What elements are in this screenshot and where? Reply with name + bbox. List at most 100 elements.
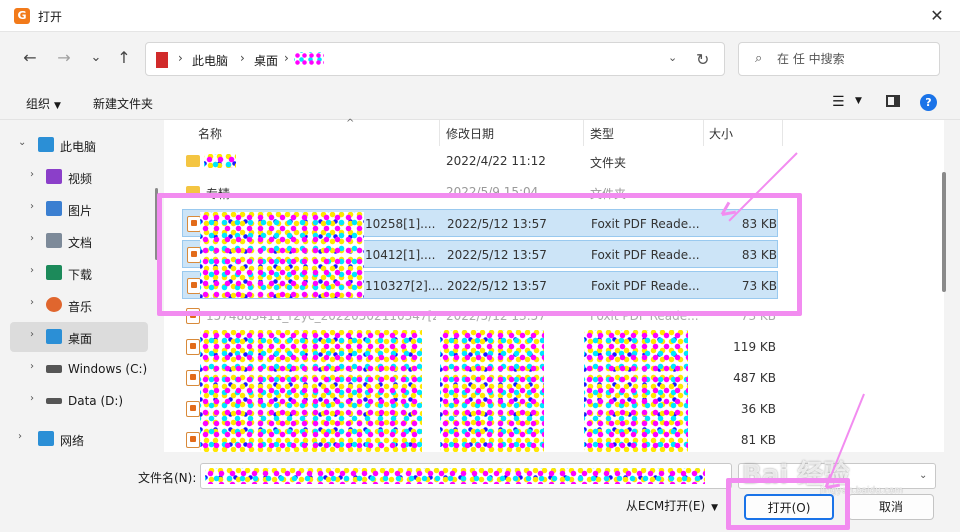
sidebar-item-label: 图片 <box>68 204 93 218</box>
sidebar-item-drive-c[interactable]: › Windows (C:) <box>10 354 148 384</box>
file-list-scrollbar[interactable] <box>940 120 948 452</box>
redaction-overlay <box>584 330 688 452</box>
sidebar-item-label: 文档 <box>68 236 93 250</box>
sidebar-item-label: 音乐 <box>68 300 93 314</box>
sidebar-item-desktop[interactable]: › 桌面 <box>10 322 148 352</box>
collapsed-chevron-icon[interactable]: › <box>18 431 22 442</box>
redaction-overlay <box>200 330 422 452</box>
desktop-icon <box>46 329 62 344</box>
location-folder-icon <box>156 52 168 68</box>
column-header-name[interactable]: ^ 名称 <box>198 118 440 146</box>
pdf-file-icon <box>186 339 200 355</box>
pdf-file-icon <box>186 432 200 448</box>
sidebar-item-label: Data (D:) <box>68 394 124 408</box>
search-icon: ⌕ <box>755 51 763 66</box>
computer-icon <box>38 137 54 152</box>
video-icon <box>46 169 62 184</box>
breadcrumb-desktop[interactable]: 桌面 <box>254 52 278 69</box>
collapsed-chevron-icon[interactable]: › <box>30 233 34 244</box>
column-header-date[interactable]: 修改日期 <box>446 120 584 146</box>
navigation-bar: ← → ⌄ ↑ › 此电脑 › 桌面 › ⌄ ↻ ⌕ <box>0 32 960 84</box>
redacted-filename <box>204 154 236 168</box>
sidebar-item-this-pc[interactable]: ⌄ 此电脑 <box>10 130 148 160</box>
breadcrumb-redacted-folder[interactable] <box>294 52 324 66</box>
view-options-icon[interactable]: ☰ <box>832 94 845 110</box>
command-bar: 组织 ▼ 新建文件夹 ☰ ▼ ? <box>0 84 960 120</box>
collapsed-chevron-icon[interactable]: › <box>30 297 34 308</box>
refresh-icon[interactable]: ↻ <box>696 50 709 69</box>
back-arrow-icon[interactable]: ← <box>18 46 42 70</box>
scrollbar-thumb[interactable] <box>942 172 946 292</box>
sidebar-item-label: 视频 <box>68 172 93 186</box>
open-from-ecm-label: 从ECM打开(E) <box>625 499 706 513</box>
view-caret-down-icon[interactable]: ▼ <box>855 96 862 106</box>
column-header-size[interactable]: 大小 <box>709 120 783 146</box>
column-header-label: 名称 <box>198 127 223 141</box>
search-input[interactable] <box>777 49 927 69</box>
sidebar-item-label: 桌面 <box>68 332 93 346</box>
sidebar-item-label: 此电脑 <box>60 140 97 154</box>
file-row[interactable]: 2022/4/22 11:12 文件夹 <box>182 147 778 175</box>
file-size: 487 KB <box>733 371 776 385</box>
sidebar-item-documents[interactable]: › 文档 <box>10 226 148 256</box>
music-icon <box>46 297 62 312</box>
sidebar-item-label: 网络 <box>60 434 85 448</box>
filename-input[interactable]: ⌄ <box>200 463 925 489</box>
drive-icon <box>46 365 62 373</box>
download-icon <box>46 265 62 280</box>
search-box[interactable]: ⌕ <box>738 42 940 76</box>
navigation-pane: ⌄ 此电脑 › 视频 › 图片 › 文档 › 下载 › 音乐 › 桌面 › Wi… <box>0 120 150 452</box>
sidebar-item-downloads[interactable]: › 下载 <box>10 258 148 288</box>
picture-icon <box>46 201 62 216</box>
recent-locations-chevron-icon[interactable]: ⌄ <box>84 46 108 70</box>
file-size: 119 KB <box>733 340 776 354</box>
up-arrow-icon[interactable]: ↑ <box>112 46 136 70</box>
column-header-type[interactable]: 类型 <box>590 120 704 146</box>
filename-label: 文件名(N): <box>138 471 197 485</box>
sidebar-item-music[interactable]: › 音乐 <box>10 290 148 320</box>
title-bar: G 打开 ✕ <box>0 0 960 32</box>
network-icon <box>38 431 54 446</box>
folder-icon <box>186 155 200 167</box>
sidebar-item-videos[interactable]: › 视频 <box>10 162 148 192</box>
app-icon: G <box>14 8 30 24</box>
breadcrumb-separator-icon[interactable]: › <box>178 51 183 65</box>
new-folder-button[interactable]: 新建文件夹 <box>93 95 153 112</box>
pdf-file-icon <box>186 401 200 417</box>
collapsed-chevron-icon[interactable]: › <box>30 201 34 212</box>
sidebar-item-network[interactable]: › 网络 <box>10 424 148 454</box>
breadcrumb-separator-icon[interactable]: › <box>284 51 289 65</box>
sort-ascending-icon: ^ <box>346 118 355 129</box>
redaction-overlay <box>440 330 544 452</box>
caret-down-icon: ▼ <box>711 503 719 513</box>
redacted-filename-value <box>205 468 705 484</box>
collapsed-chevron-icon[interactable]: › <box>30 169 34 180</box>
window-title: 打开 <box>38 10 63 24</box>
help-icon[interactable]: ? <box>920 94 937 111</box>
address-dropdown-icon[interactable]: ⌄ <box>668 51 677 64</box>
expanded-chevron-icon[interactable]: ⌄ <box>18 137 26 148</box>
organize-label: 组织 <box>26 97 51 111</box>
collapsed-chevron-icon[interactable]: › <box>30 265 34 276</box>
preview-pane-icon[interactable] <box>886 95 900 107</box>
collapsed-chevron-icon[interactable]: › <box>30 329 34 340</box>
address-bar[interactable]: › 此电脑 › 桌面 › ⌄ ↻ <box>145 42 725 76</box>
breadcrumb-separator-icon[interactable]: › <box>240 51 245 65</box>
collapsed-chevron-icon[interactable]: › <box>30 361 34 372</box>
file-size: 81 KB <box>740 433 776 447</box>
sidebar-item-label: 下载 <box>68 268 93 282</box>
sidebar-item-label: Windows (C:) <box>68 362 148 376</box>
cancel-button[interactable]: 取消 <box>848 494 934 520</box>
caret-down-icon: ▼ <box>54 101 61 111</box>
forward-arrow-icon[interactable]: → <box>52 46 76 70</box>
file-size: 36 KB <box>740 402 776 416</box>
file-type: 文件夹 <box>590 156 627 170</box>
collapsed-chevron-icon[interactable]: › <box>30 393 34 404</box>
close-icon[interactable]: ✕ <box>922 4 952 28</box>
sidebar-item-drive-d[interactable]: › Data (D:) <box>10 386 148 416</box>
document-icon <box>46 233 62 248</box>
sidebar-item-pictures[interactable]: › 图片 <box>10 194 148 224</box>
organize-button[interactable]: 组织 ▼ <box>26 95 61 112</box>
breadcrumb-this-pc[interactable]: 此电脑 <box>192 52 228 69</box>
open-from-ecm-button[interactable]: 从ECM打开(E) ▼ <box>620 494 724 520</box>
